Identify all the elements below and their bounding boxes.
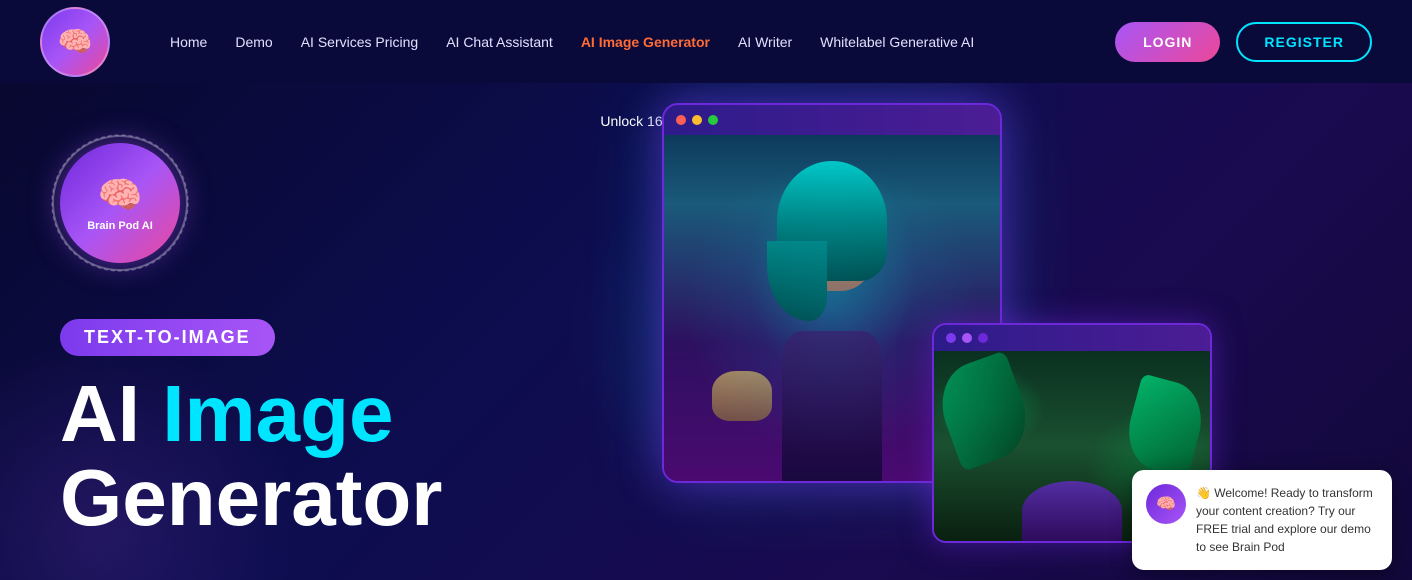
nav-links: Home Demo AI Services Pricing AI Chat As… [170,34,1115,50]
nav-actions: LOGIN REGISTER [1115,22,1372,62]
mockup-secondary-titlebar [934,325,1210,351]
navigation: 🧠 Home Demo AI Services Pricing AI Chat … [0,0,1412,83]
woman-figure [732,161,932,481]
dot-green [708,115,718,125]
nav-demo[interactable]: Demo [235,34,272,50]
dot-p1 [946,333,956,343]
nav-whitelabel[interactable]: Whitelabel Generative AI [820,34,974,50]
cat-figure [712,371,772,421]
brain-pod-logo-circle: 🧠 Brain Pod AI [60,143,180,263]
hero-right-images [662,103,1212,563]
hero-left-content: 🧠 Brain Pod AI TEXT-TO-IMAGE AI Image Ge… [60,143,660,538]
hero-section: Unlock 160+ Free AI Personalities 🧠 Brai… [0,83,1412,580]
woman-hair [777,161,887,281]
hero-title: AI Image [60,374,660,454]
logo[interactable]: 🧠 [40,7,110,77]
nav-services-pricing[interactable]: AI Services Pricing [301,34,418,50]
chat-message: 👋 Welcome! Ready to transform your conte… [1196,484,1378,556]
text-to-image-badge: TEXT-TO-IMAGE [60,319,275,356]
register-button[interactable]: REGISTER [1236,22,1372,62]
nav-ai-writer[interactable]: AI Writer [738,34,792,50]
login-button[interactable]: LOGIN [1115,22,1220,62]
mockup-titlebar [664,105,1000,135]
chat-avatar: 🧠 [1146,484,1186,524]
brain-pod-circle-label: Brain Pod AI [87,220,153,232]
hero-title-line2: Generator [60,458,660,538]
woman-body [782,331,882,481]
hero-title-line1: AI Image [60,369,393,458]
dot-p3 [978,333,988,343]
figure-secondary [1022,481,1122,541]
nav-home[interactable]: Home [170,34,207,50]
dot-p2 [962,333,972,343]
nav-chat-assistant[interactable]: AI Chat Assistant [446,34,553,50]
logo-icon: 🧠 [40,7,110,77]
chat-bubble: 🧠 👋 Welcome! Ready to transform your con… [1132,470,1392,570]
dot-yellow [692,115,702,125]
dot-red [676,115,686,125]
hero-title-cyan: Image [162,369,393,458]
brain-icon: 🧠 [98,174,143,216]
nav-image-generator[interactable]: AI Image Generator [581,34,710,50]
